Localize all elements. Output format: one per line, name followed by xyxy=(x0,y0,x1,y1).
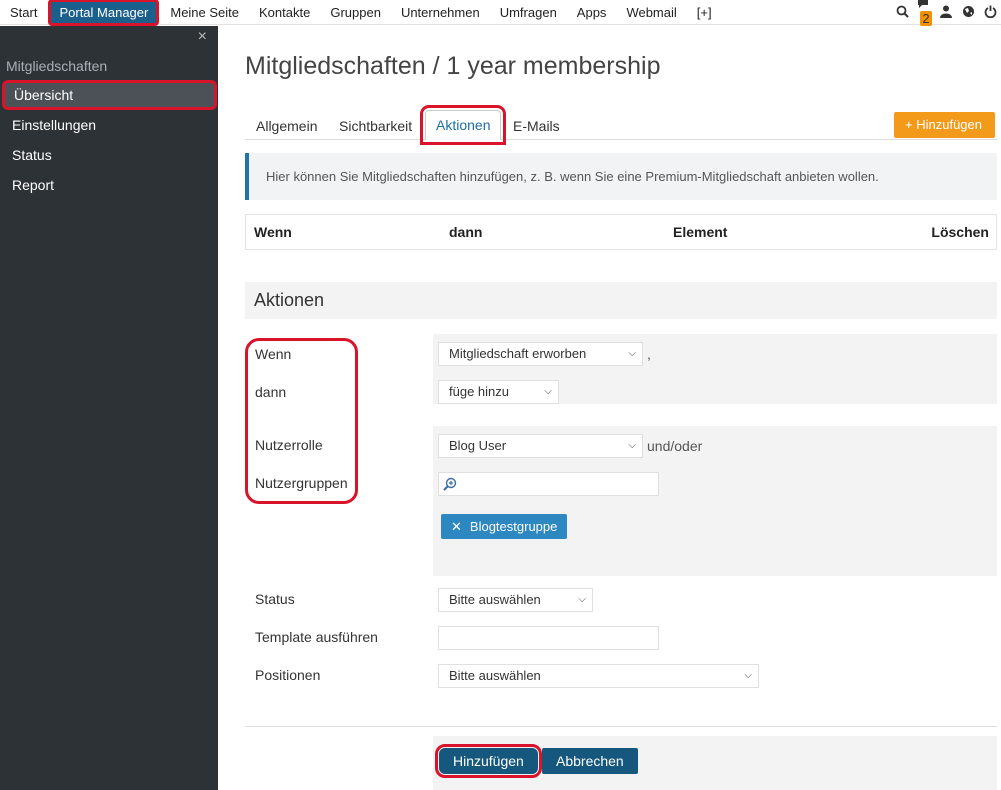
globe-icon[interactable] xyxy=(957,5,979,21)
column-header-loeschen: Löschen xyxy=(931,224,989,240)
status-select-value: Bitte auswählen xyxy=(449,592,541,607)
wenn-select-value: Mitgliedschaft erworben xyxy=(449,346,587,361)
nav-meine-seite[interactable]: Meine Seite xyxy=(160,0,249,25)
nav-start[interactable]: Start xyxy=(0,0,47,25)
nav-gruppen[interactable]: Gruppen xyxy=(320,0,391,25)
chevron-down-icon: ⌵ xyxy=(578,594,586,605)
wenn-select[interactable]: Mitgliedschaft erworben ⌵ xyxy=(438,342,643,366)
topnav-icons: 2 xyxy=(891,0,1001,28)
column-header-element: Element xyxy=(673,224,728,240)
chevron-down-icon: ⌵ xyxy=(544,386,552,397)
positionen-select-value: Bitte auswählen xyxy=(449,668,541,683)
nutzerrolle-suffix: und/oder xyxy=(647,438,703,454)
sidebar-item-status[interactable]: Status xyxy=(0,140,218,170)
close-icon[interactable]: ✕ xyxy=(451,519,462,534)
tab-allgemein[interactable]: Allgemein xyxy=(256,118,317,134)
nutzerrolle-select[interactable]: Blog User ⌵ xyxy=(438,434,643,458)
top-navigation: Start Portal Manager Meine Seite Kontakt… xyxy=(0,0,1001,28)
chevron-down-icon: ⌵ xyxy=(628,440,636,451)
nutzerrolle-select-value: Blog User xyxy=(449,438,507,453)
status-select[interactable]: Bitte auswählen ⌵ xyxy=(438,588,593,612)
search-icon[interactable] xyxy=(891,5,913,21)
nutzergruppe-tag-label: Blogtestgruppe xyxy=(469,519,558,534)
label-dann: dann xyxy=(255,384,287,400)
label-wenn: Wenn xyxy=(255,346,292,362)
section-title: Aktionen xyxy=(245,282,997,319)
dann-select[interactable]: füge hinzu ⌵ xyxy=(438,380,559,404)
user-icon[interactable] xyxy=(935,5,957,21)
chevron-down-icon: ⌵ xyxy=(744,670,752,681)
power-icon[interactable] xyxy=(979,5,1001,21)
nutzergruppen-search-input[interactable] xyxy=(438,472,659,496)
column-header-dann: dann xyxy=(449,224,483,240)
label-template: Template ausführen xyxy=(255,629,378,645)
label-status: Status xyxy=(255,591,295,607)
tab-sichtbarkeit[interactable]: Sichtbarkeit xyxy=(339,118,412,134)
column-header-wenn: Wenn xyxy=(254,224,292,240)
cancel-button[interactable]: Abbrechen xyxy=(542,748,638,774)
nav-more[interactable]: [+] xyxy=(687,0,722,25)
dann-select-value: füge hinzu xyxy=(449,384,509,399)
label-nutzerrolle: Nutzerrolle xyxy=(255,437,323,453)
table-header: Wenn dann Element Löschen xyxy=(245,214,997,250)
tab-bar: Allgemein Sichtbarkeit Aktionen E-Mails xyxy=(245,105,997,145)
label-positionen: Positionen xyxy=(255,667,321,683)
sidebar: × Mitgliedschaften Übersicht Einstellung… xyxy=(0,26,218,790)
chevron-down-icon: ⌵ xyxy=(628,348,636,359)
form-divider xyxy=(245,726,997,727)
nav-unternehmen[interactable]: Unternehmen xyxy=(391,0,490,25)
info-box: Hier können Sie Mitgliedschaften hinzufü… xyxy=(245,153,997,200)
nav-portal-manager[interactable]: Portal Manager xyxy=(48,0,160,26)
nav-umfragen[interactable]: Umfragen xyxy=(490,0,567,25)
nav-webmail[interactable]: Webmail xyxy=(616,0,686,25)
sidebar-item-einstellungen[interactable]: Einstellungen xyxy=(0,110,218,140)
nav-apps[interactable]: Apps xyxy=(567,0,617,25)
wenn-suffix: , xyxy=(647,346,651,362)
add-button[interactable]: + Hinzufügen xyxy=(894,112,995,138)
nutzergruppe-tag: ✕ Blogtestgruppe xyxy=(441,514,568,539)
close-icon[interactable]: × xyxy=(198,28,207,46)
nav-kontakte[interactable]: Kontakte xyxy=(249,0,320,25)
tab-emails[interactable]: E-Mails xyxy=(513,118,560,134)
tab-aktionen[interactable]: Aktionen xyxy=(419,105,507,145)
sidebar-nav: Übersicht Einstellungen Status Report xyxy=(0,80,218,200)
sidebar-heading: Mitgliedschaften xyxy=(6,58,108,74)
submit-button[interactable]: Hinzufügen xyxy=(435,744,542,778)
template-input[interactable] xyxy=(438,626,659,650)
page-title: Mitgliedschaften / 1 year membership xyxy=(245,52,661,80)
notification-badge: 2 xyxy=(920,11,932,26)
chat-icon[interactable]: 2 xyxy=(913,0,935,28)
positionen-select[interactable]: Bitte auswählen ⌵ xyxy=(438,664,759,688)
sidebar-item-report[interactable]: Report xyxy=(0,170,218,200)
zoom-search-icon xyxy=(443,477,457,491)
label-nutzergruppen: Nutzergruppen xyxy=(255,475,348,491)
sidebar-item-uebersicht[interactable]: Übersicht xyxy=(2,80,217,110)
